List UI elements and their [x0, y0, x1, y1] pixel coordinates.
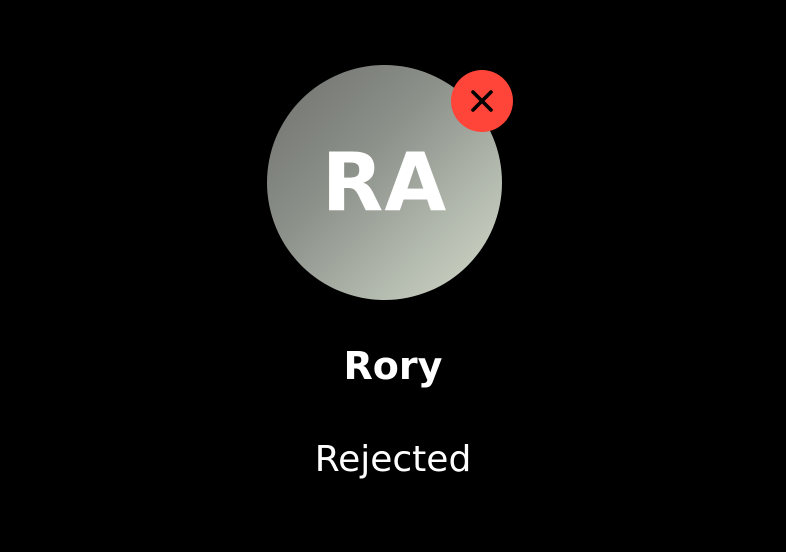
avatar-initials: RA — [321, 135, 448, 229]
call-screen: RA Rory Rejected — [0, 0, 786, 552]
call-status: Rejected — [314, 439, 472, 480]
rejected-badge — [451, 70, 513, 132]
close-icon — [471, 90, 493, 112]
contact-name: Rory — [343, 344, 443, 388]
